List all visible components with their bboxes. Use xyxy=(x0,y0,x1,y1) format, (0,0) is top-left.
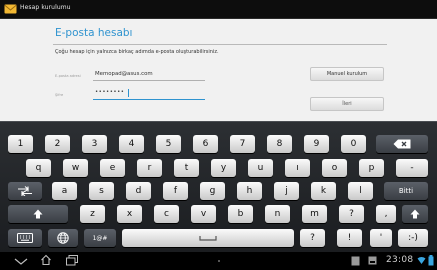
language-key[interactable] xyxy=(48,229,78,247)
key-c[interactable]: c xyxy=(154,205,179,223)
battery-icon xyxy=(428,255,434,266)
key-y[interactable]: y xyxy=(211,159,236,177)
shift-key-right[interactable] xyxy=(402,205,428,223)
key-smiley[interactable]: :-) xyxy=(398,229,428,247)
home-icon[interactable] xyxy=(40,254,52,266)
back-icon[interactable] xyxy=(14,258,28,265)
key-n[interactable]: n xyxy=(265,205,290,223)
key-b[interactable]: b xyxy=(228,205,253,223)
action-bar: Hesap kurulumu xyxy=(0,0,437,19)
key-5[interactable]: 5 xyxy=(156,135,181,153)
email-label: E-posta adresi xyxy=(55,74,81,78)
email-field[interactable]: Memopad@asus.com xyxy=(95,71,153,77)
key-f[interactable]: f xyxy=(163,182,188,200)
key-j[interactable]: j xyxy=(274,182,299,200)
key-a[interactable]: a xyxy=(52,182,77,200)
backspace-icon xyxy=(393,139,411,149)
page-title: E-posta hesabı xyxy=(55,27,133,39)
setup-description: Çoğu hesap için yalnızca birkaç adımda e… xyxy=(55,49,219,55)
key-0[interactable]: 0 xyxy=(341,135,366,153)
password-field[interactable]: •••••••• xyxy=(95,89,124,95)
key-w[interactable]: w xyxy=(63,159,88,177)
key-d[interactable]: d xyxy=(126,182,151,200)
key-exclamation[interactable]: ! xyxy=(337,229,362,247)
tab-key[interactable] xyxy=(8,182,42,200)
key-o[interactable]: o xyxy=(322,159,347,177)
envelope-icon xyxy=(4,4,17,14)
key-9[interactable]: 9 xyxy=(304,135,329,153)
key-question[interactable]: ? xyxy=(339,205,364,223)
keyboard-settings-icon xyxy=(17,233,33,243)
onscreen-keyboard: 1 2 3 4 5 6 7 8 9 0 q w e r t y u ı o p … xyxy=(0,121,437,252)
symbols-key[interactable]: 1@# xyxy=(84,229,116,247)
shift-key-left[interactable] xyxy=(8,205,68,223)
key-u[interactable]: u xyxy=(248,159,273,177)
app-title: Hesap kurulumu xyxy=(20,4,71,11)
email-setup-form: E-posta hesabı Çoğu hesap için yalnızca … xyxy=(0,19,437,121)
manual-setup-button[interactable]: Manuel kurulum xyxy=(310,67,384,81)
nav-center-dot xyxy=(218,260,220,262)
key-7[interactable]: 7 xyxy=(230,135,255,153)
key-g[interactable]: g xyxy=(200,182,225,200)
key-e[interactable]: e xyxy=(100,159,125,177)
key-z[interactable]: z xyxy=(80,205,105,223)
key-r[interactable]: r xyxy=(137,159,162,177)
key-dotless-i[interactable]: ı xyxy=(285,159,310,177)
globe-icon xyxy=(57,232,69,244)
key-question-bottom[interactable]: ? xyxy=(300,229,325,247)
key-k[interactable]: k xyxy=(311,182,336,200)
system-nav-bar: 23:08 xyxy=(0,252,437,270)
space-key[interactable] xyxy=(122,229,294,247)
tab-icon xyxy=(18,186,32,196)
status-clock: 23:08 xyxy=(386,255,414,265)
backspace-key[interactable] xyxy=(376,135,428,153)
text-caret xyxy=(128,89,129,97)
key-apostrophe[interactable]: ' xyxy=(370,229,392,247)
key-s[interactable]: s xyxy=(89,182,114,200)
key-v[interactable]: v xyxy=(191,205,216,223)
key-4[interactable]: 4 xyxy=(119,135,144,153)
key-2[interactable]: 2 xyxy=(45,135,70,153)
key-comma[interactable]: , xyxy=(376,205,396,223)
key-6[interactable]: 6 xyxy=(193,135,218,153)
key-3[interactable]: 3 xyxy=(82,135,107,153)
key-t[interactable]: t xyxy=(174,159,199,177)
key-x[interactable]: x xyxy=(117,205,142,223)
space-icon xyxy=(199,236,217,241)
key-1[interactable]: 1 xyxy=(8,135,33,153)
done-key[interactable]: Bitti xyxy=(384,182,428,200)
wifi-icon xyxy=(417,256,426,264)
key-l[interactable]: l xyxy=(348,182,373,200)
key-q[interactable]: q xyxy=(26,159,51,177)
shift-icon xyxy=(410,209,420,219)
recent-apps-icon[interactable] xyxy=(66,255,78,266)
password-label: Şifre xyxy=(55,93,64,97)
key-p[interactable]: p xyxy=(359,159,384,177)
key-8[interactable]: 8 xyxy=(267,135,292,153)
shift-icon xyxy=(33,209,43,219)
keyboard-settings-key[interactable] xyxy=(8,229,42,247)
title-divider xyxy=(53,44,387,45)
password-field-underline xyxy=(93,99,205,100)
key-hyphen[interactable]: - xyxy=(396,159,428,177)
key-m[interactable]: m xyxy=(302,205,327,223)
sd-card-icon xyxy=(368,256,377,265)
screenshot-icon[interactable] xyxy=(351,256,360,266)
key-h[interactable]: h xyxy=(237,182,262,200)
email-field-underline xyxy=(93,80,205,81)
next-button[interactable]: İleri xyxy=(310,97,384,111)
